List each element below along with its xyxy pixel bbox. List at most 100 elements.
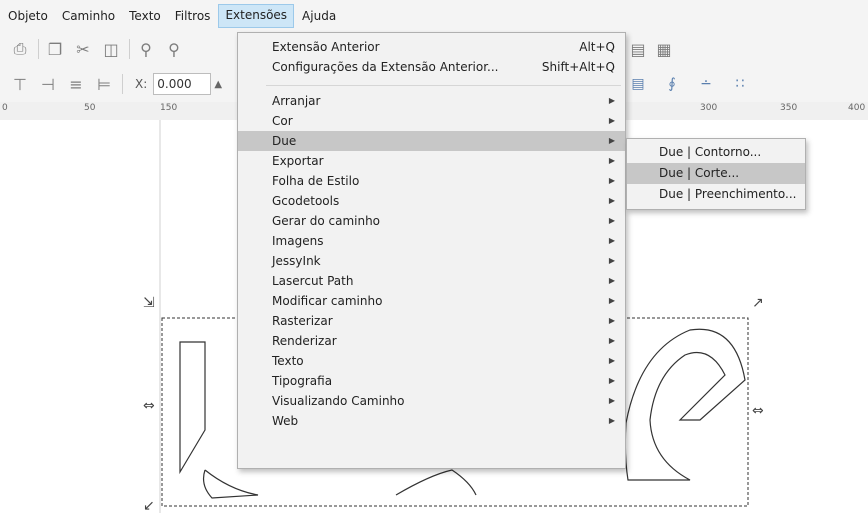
extensions-menu: Extensão Anterior Alt+Q Configurações da… [237, 32, 626, 469]
command-toolbar-right: ▤ ▦ [628, 32, 680, 66]
menu-item-modificar-caminho[interactable]: Modificar caminho ▶ [238, 291, 625, 311]
align-bottom-icon[interactable]: ⊤ [10, 74, 30, 94]
menu-item-visualizando-caminho[interactable]: Visualizando Caminho ▶ [238, 391, 625, 411]
snap-toolbar: ▤ ∮ ∸ ∷ [628, 66, 764, 102]
snap-center-icon[interactable]: ∷ [730, 74, 750, 94]
menu-item-renderizar[interactable]: Renderizar ▶ [238, 331, 625, 351]
snap-guide-icon[interactable]: ∸ [696, 74, 716, 94]
snap-icon[interactable]: ▤ [628, 74, 648, 94]
preferences-icon[interactable]: ▦ [654, 39, 674, 59]
print-icon[interactable]: ⎙ [10, 39, 30, 59]
submenu-item-due-preenchimento[interactable]: Due | Preenchimento... [627, 184, 805, 205]
submenu-item-due-contorno[interactable]: Due | Contorno... [627, 142, 805, 163]
ruler-label: 0 [2, 103, 8, 113]
menu-item-label: Modificar caminho [272, 294, 383, 308]
glyph-d-stem [179, 341, 206, 475]
menu-item-lasercut-path[interactable]: Lasercut Path ▶ [238, 271, 625, 291]
menu-item-label: Visualizando Caminho [272, 394, 405, 408]
glyph-d-bowl [202, 469, 259, 499]
menu-item-due[interactable]: Due ▶ [238, 131, 625, 151]
menu-item-label: Cor [272, 114, 293, 128]
submenu-arrow-icon: ▶ [608, 396, 615, 405]
toolbar-separator [129, 39, 130, 59]
menu-item-web[interactable]: Web ▶ [238, 411, 625, 431]
scale-handle-icon[interactable]: ↗ [752, 295, 764, 311]
snap-nodes-icon[interactable]: ∮ [662, 74, 682, 94]
ruler-label: 300 [700, 103, 718, 113]
submenu-arrow-icon: ▶ [608, 216, 615, 225]
glyph-u [395, 469, 477, 496]
submenu-arrow-icon: ▶ [608, 156, 615, 165]
submenu-arrow-icon: ▶ [608, 196, 615, 205]
menu-item-shortcut: Shift+Alt+Q [541, 60, 615, 74]
menu-extensoes[interactable]: Extensões [218, 4, 295, 28]
submenu-arrow-icon: ▶ [608, 176, 615, 185]
scale-handle-icon[interactable]: ↙ [143, 498, 155, 514]
paste-icon[interactable]: ◫ [101, 39, 121, 59]
menu-item-gerar-do-caminho[interactable]: Gerar do caminho ▶ [238, 211, 625, 231]
stretch-handle-icon[interactable]: ⇔ [752, 403, 764, 419]
copy-icon[interactable]: ❐ [45, 39, 65, 59]
menu-item-shortcut: Alt+Q [579, 40, 615, 54]
submenu-arrow-icon: ▶ [608, 116, 615, 125]
menu-item-exportar[interactable]: Exportar ▶ [238, 151, 625, 171]
menu-item-label: Exportar [272, 154, 324, 168]
menu-item-folha-de-estilo[interactable]: Folha de Estilo ▶ [238, 171, 625, 191]
menubar: Objeto Caminho Texto Filtros Extensões A… [0, 0, 868, 32]
menu-ajuda[interactable]: Ajuda [296, 5, 342, 27]
toolbar-separator [122, 74, 123, 94]
submenu-arrow-icon: ▶ [608, 136, 615, 145]
stretch-handle-icon[interactable]: ⇔ [143, 398, 155, 414]
menu-item-label: Renderizar [272, 334, 337, 348]
menu-item-rasterizar[interactable]: Rasterizar ▶ [238, 311, 625, 331]
menu-item-label: Due [272, 134, 297, 148]
menu-item-arranjar[interactable]: Arranjar ▶ [238, 91, 625, 111]
align-left-icon[interactable]: ⊣ [38, 74, 58, 94]
menu-texto[interactable]: Texto [123, 5, 167, 27]
menu-item-gcodetools[interactable]: Gcodetools ▶ [238, 191, 625, 211]
menu-objeto[interactable]: Objeto [2, 5, 54, 27]
menu-item-texto[interactable]: Texto ▶ [238, 351, 625, 371]
menu-item-label: Extensão Anterior [272, 40, 380, 54]
due-submenu: Due | Contorno... Due | Corte... Due | P… [626, 138, 806, 210]
submenu-arrow-icon: ▶ [608, 236, 615, 245]
menu-item-label: Lasercut Path [272, 274, 354, 288]
x-label: X: [135, 77, 148, 91]
document-properties-icon[interactable]: ▤ [628, 39, 648, 59]
menu-item-label: Gerar do caminho [272, 214, 381, 228]
menu-item-label: Texto [272, 354, 304, 368]
x-input[interactable] [153, 73, 212, 95]
menu-item-label: Arranjar [272, 94, 321, 108]
zoom-selection-icon[interactable]: ⚲ [164, 39, 184, 59]
menu-separator [266, 85, 621, 86]
menu-caminho[interactable]: Caminho [56, 5, 121, 27]
menu-item-tipografia[interactable]: Tipografia ▶ [238, 371, 625, 391]
menu-item-label: Gcodetools [272, 194, 340, 208]
menu-item-label: Folha de Estilo [272, 174, 360, 188]
scale-handle-icon[interactable]: ⇲ [143, 295, 155, 311]
toolbar-separator [38, 39, 39, 59]
glyph-e [624, 328, 746, 481]
submenu-arrow-icon: ▶ [608, 96, 615, 105]
menu-item-jessyink[interactable]: JessyInk ▶ [238, 251, 625, 271]
menu-item-label: Imagens [272, 234, 324, 248]
menu-item-cor[interactable]: Cor ▶ [238, 111, 625, 131]
menu-item-extensao-anterior[interactable]: Extensão Anterior Alt+Q [238, 37, 625, 57]
submenu-arrow-icon: ▶ [608, 336, 615, 345]
cut-icon[interactable]: ✂ [73, 39, 93, 59]
menu-item-imagens[interactable]: Imagens ▶ [238, 231, 625, 251]
menu-item-label: Web [272, 414, 299, 428]
submenu-arrow-icon: ▶ [608, 356, 615, 365]
align-top-icon[interactable]: ⊨ [94, 74, 114, 94]
submenu-arrow-icon: ▶ [608, 376, 615, 385]
x-spinner-icon[interactable]: ▲ [213, 74, 223, 94]
align-center-icon[interactable]: ≡ [66, 74, 86, 94]
submenu-arrow-icon: ▶ [608, 416, 615, 425]
menu-item-label: JessyInk [272, 254, 321, 268]
submenu-arrow-icon: ▶ [608, 316, 615, 325]
menu-filtros[interactable]: Filtros [169, 5, 217, 27]
menu-item-configuracoes-extensao-anterior[interactable]: Configurações da Extensão Anterior... Sh… [238, 57, 625, 77]
zoom-icon[interactable]: ⚲ [136, 39, 156, 59]
submenu-arrow-icon: ▶ [608, 256, 615, 265]
submenu-item-due-corte[interactable]: Due | Corte... [627, 163, 805, 184]
